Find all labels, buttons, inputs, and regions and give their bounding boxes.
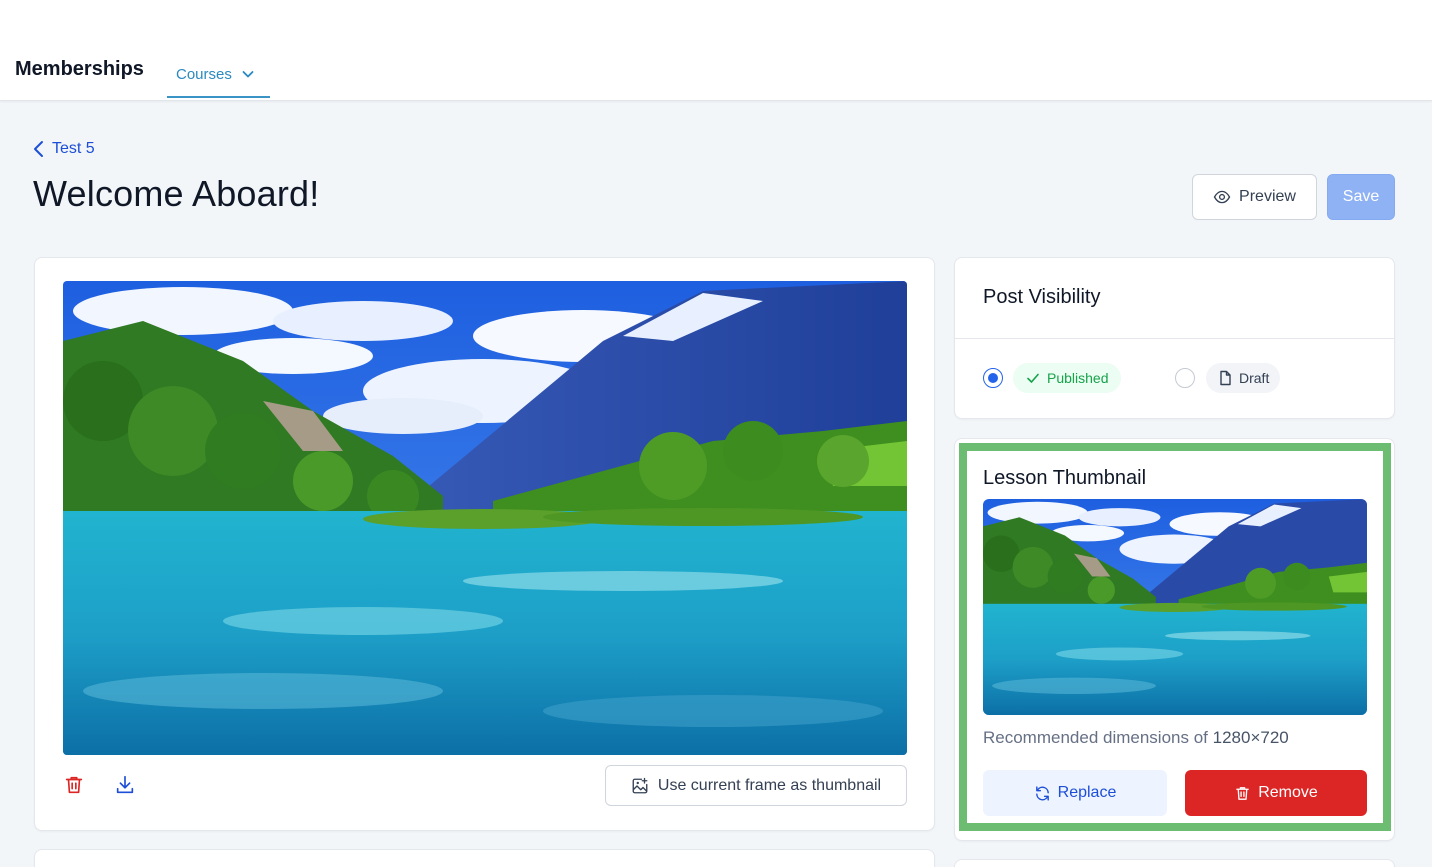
- hint-dimensions: 1280×720: [1212, 728, 1289, 747]
- preview-button[interactable]: Preview: [1192, 174, 1317, 220]
- draft-label: Draft: [1239, 370, 1270, 386]
- preview-button-label: Preview: [1239, 188, 1296, 205]
- published-option[interactable]: Published: [1013, 363, 1121, 393]
- eye-icon: [1213, 190, 1231, 204]
- trash-icon: [1236, 786, 1250, 800]
- published-label: Published: [1047, 370, 1109, 386]
- draft-radio[interactable]: [1175, 368, 1195, 388]
- post-visibility-card: Post Visibility Published Draft: [954, 257, 1395, 419]
- app-title: Memberships: [15, 58, 144, 80]
- image-add-icon: [632, 777, 648, 793]
- use-frame-as-thumbnail-button[interactable]: Use current frame as thumbnail: [605, 765, 907, 806]
- tab-courses-label: Courses: [176, 65, 232, 83]
- refresh-icon: [1035, 785, 1049, 801]
- chevron-down-icon: [242, 71, 254, 78]
- save-button[interactable]: Save: [1327, 174, 1395, 220]
- video-card: Use current frame as thumbnail: [34, 257, 935, 831]
- hint-prefix: Recommended dimensions of: [983, 728, 1213, 747]
- lesson-thumbnail-card: Lesson Thumbnail Recommended dimensions …: [954, 438, 1395, 841]
- divider: [955, 338, 1394, 339]
- thumbnail-preview: [983, 499, 1367, 715]
- check-icon: [1027, 373, 1039, 383]
- draft-option[interactable]: Draft: [1206, 363, 1281, 393]
- use-frame-button-label: Use current frame as thumbnail: [657, 776, 882, 794]
- published-radio[interactable]: [983, 368, 1003, 388]
- video-player[interactable]: [63, 281, 907, 755]
- landscape-thumbnail-image: [983, 499, 1367, 715]
- post-visibility-title: Post Visibility: [983, 286, 1101, 308]
- page-title: Welcome Aboard!: [33, 173, 320, 214]
- delete-video-button[interactable]: [60, 771, 88, 799]
- replace-button-label: Replace: [1057, 784, 1117, 801]
- remove-thumbnail-button[interactable]: Remove: [1185, 770, 1367, 816]
- thumbnail-dimensions-hint: Recommended dimensions of 1280×720: [983, 728, 1289, 748]
- trash-icon: [65, 776, 83, 794]
- download-icon: [116, 775, 134, 794]
- tab-courses[interactable]: Courses: [167, 52, 270, 98]
- replace-thumbnail-button[interactable]: Replace: [983, 770, 1167, 816]
- landscape-video-frame: [63, 281, 907, 755]
- remove-button-label: Remove: [1258, 784, 1318, 801]
- secondary-card: [34, 849, 935, 867]
- secondary-card-right: [954, 859, 1395, 867]
- chevron-left-icon: [34, 141, 43, 157]
- save-button-label: Save: [1342, 188, 1380, 205]
- file-icon: [1220, 370, 1231, 386]
- top-navigation: Memberships Courses: [0, 0, 1432, 101]
- lesson-thumbnail-title: Lesson Thumbnail: [983, 467, 1147, 489]
- breadcrumb-label: Test 5: [52, 140, 95, 157]
- download-video-button[interactable]: [111, 771, 139, 799]
- breadcrumb-back-link[interactable]: Test 5: [32, 140, 95, 158]
